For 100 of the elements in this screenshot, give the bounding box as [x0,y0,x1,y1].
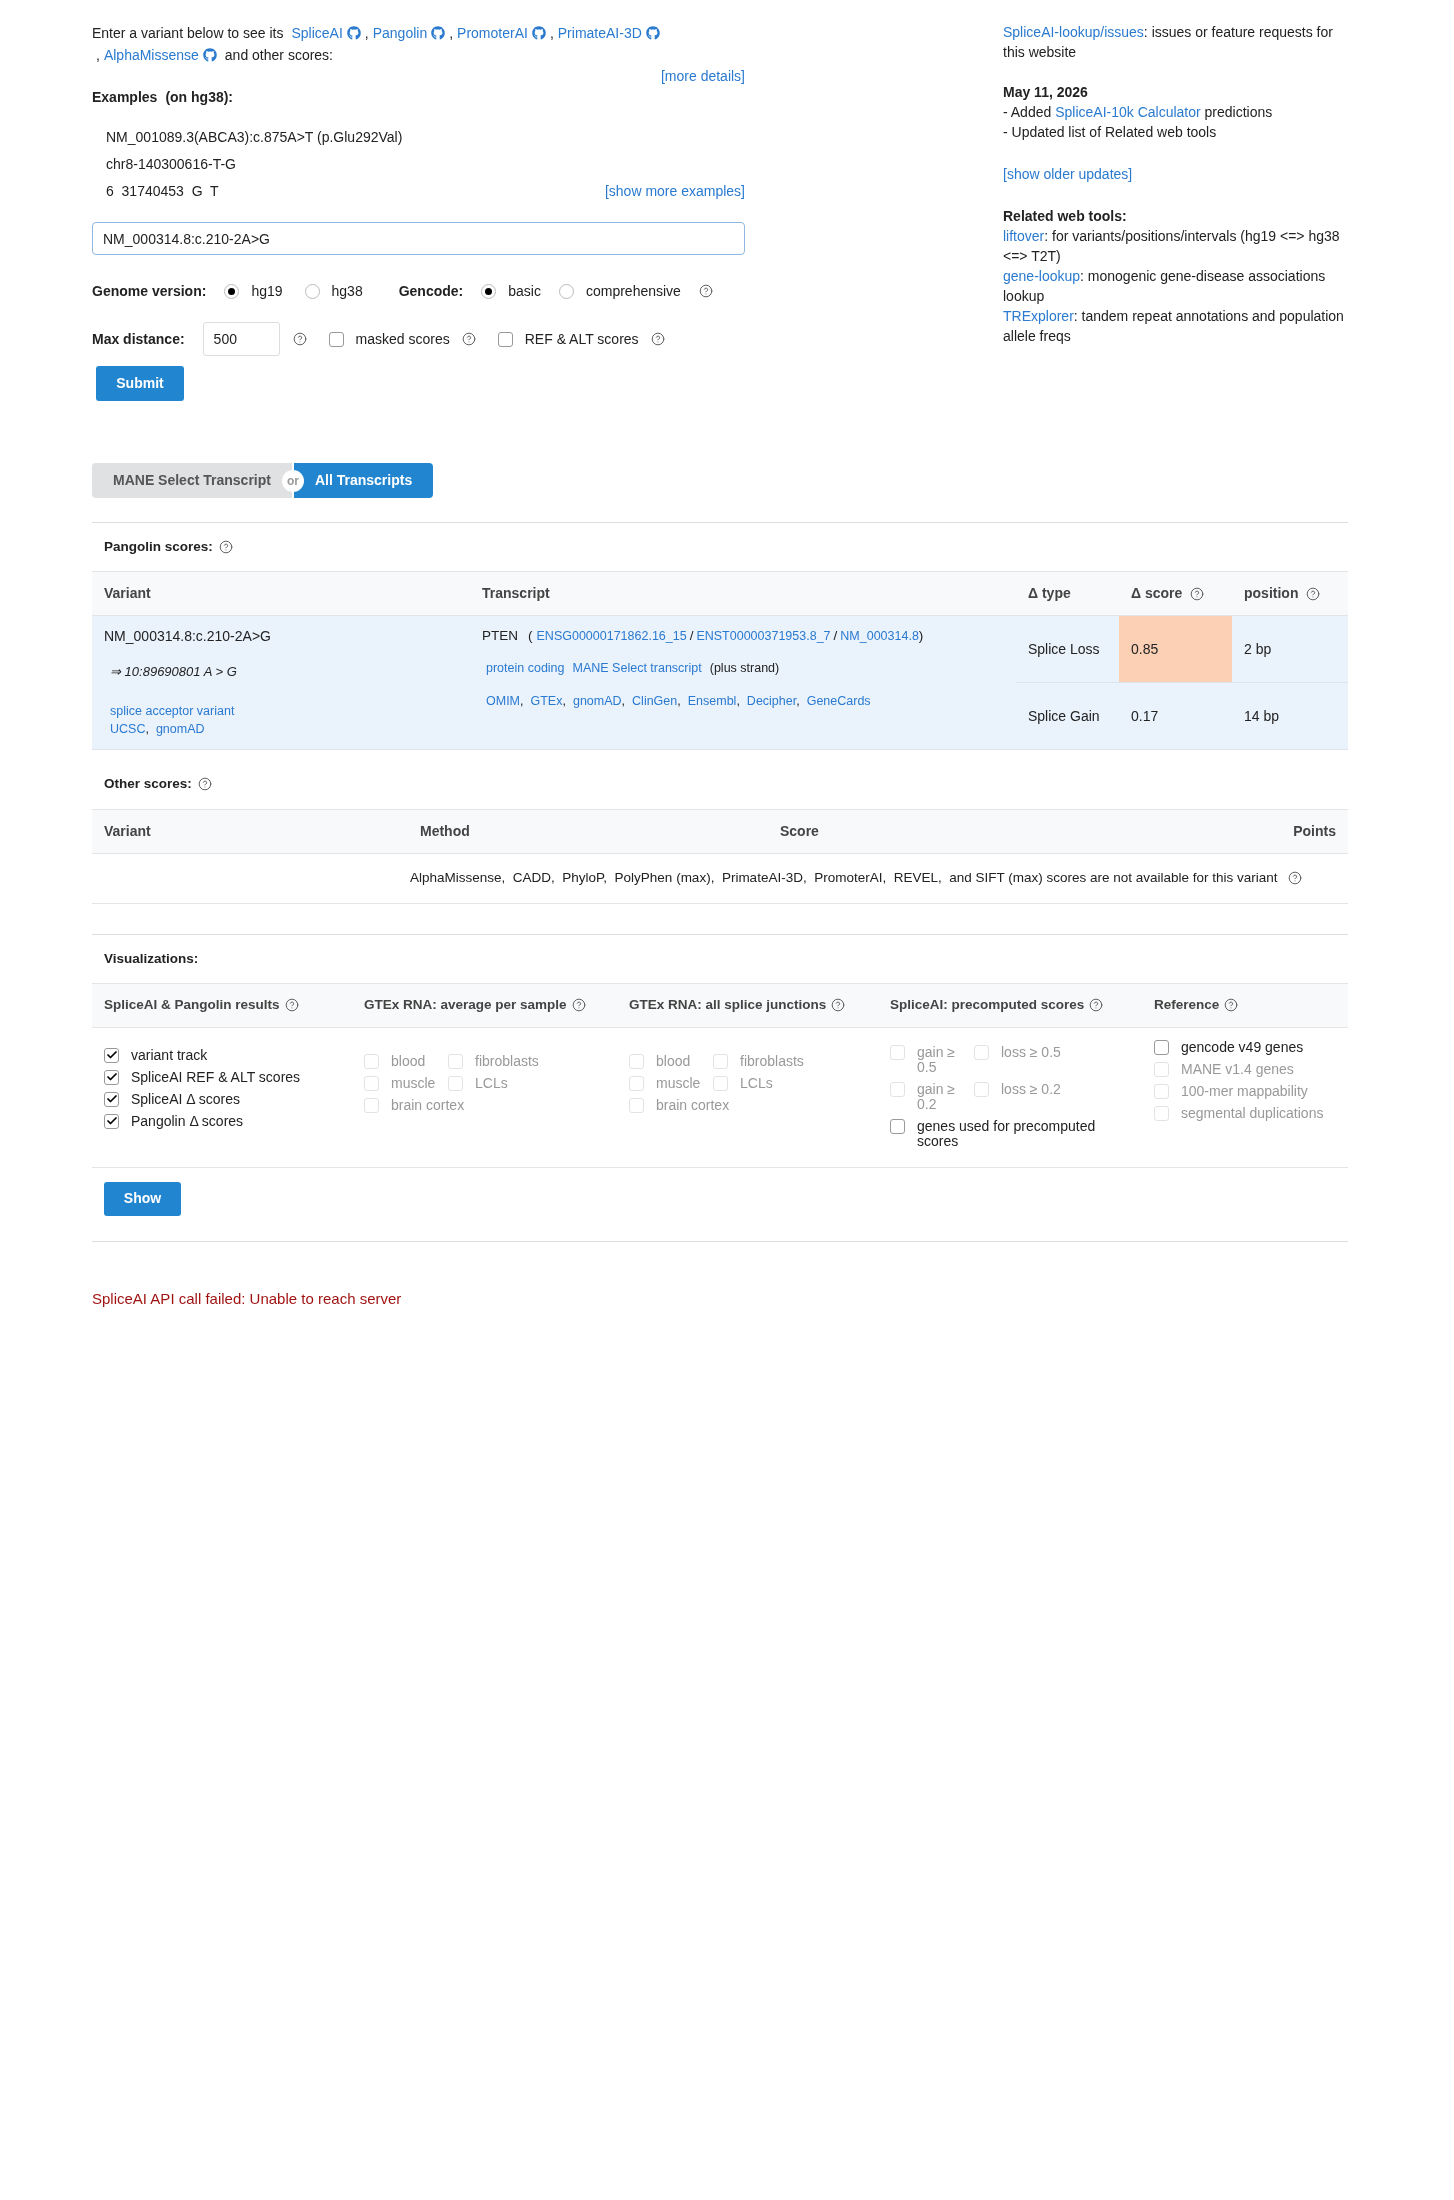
error-message: SpliceAI API call failed: Unable to reach server [92,1288,403,1309]
consequence-link[interactable]: splice acceptor variant [110,701,235,720]
radio-button[interactable] [224,283,240,299]
help-icon[interactable] [698,284,713,298]
example-variant[interactable]: 6 31740453 G T [106,180,219,202]
transcript-link[interactable]: NM_000314.8 [840,629,919,644]
help-icon[interactable] [1306,586,1321,601]
checkbox-label[interactable]: masked scores [355,328,450,350]
checkbox-label[interactable]: genes used for precomputed scores [917,1118,1097,1149]
separator: / [689,628,694,644]
checkbox[interactable] [497,331,513,347]
column-header: Transcript [482,584,550,604]
help-icon[interactable] [284,998,299,1013]
column-header: Score [780,821,819,841]
separator: , [736,694,740,709]
max-distance-label: Max distance: [92,329,185,349]
separator: , [677,694,681,709]
help-icon[interactable] [1190,586,1205,601]
radio-label[interactable]: hg38 [331,280,363,302]
variant-coordinates: ⇒ 10:89690801 A > G [110,663,238,682]
checkbox-label[interactable]: SpliceAI Δ scores [131,1091,240,1107]
github-icon[interactable] [645,26,660,40]
checkbox-label[interactable]: variant track [131,1047,208,1063]
link[interactable]: Decipher [746,694,797,709]
gencode-label: Gencode: [398,281,464,301]
link[interactable]: gnomAD [572,694,622,709]
tool-link[interactable]: PromoterAI [457,25,528,41]
example-variant[interactable]: chr8-140300616-T-G [106,153,236,175]
related-tool-text: TRExplorer: tandem repeat annotations and population allele freqs [1003,307,1345,346]
update-line: - Updated list of Related web tools [1003,123,1218,142]
transcript-link[interactable]: ENST00000371953.8_7 [696,629,831,644]
column-header: Variant [104,821,152,841]
show-button[interactable]: Show [104,1181,181,1216]
link[interactable]: GeneCards [806,694,871,709]
calculator-link[interactable]: SpliceAI-10k Calculator [1055,104,1201,120]
tool-link[interactable]: TRExplorer [1003,308,1074,324]
tool-link[interactable]: Pangolin [372,25,428,41]
checkbox[interactable] [104,1113,119,1129]
more-details-link[interactable]: [more details] [660,66,745,86]
radio-label[interactable]: comprehensive [585,280,681,302]
tool-link[interactable]: PrimateAI-3D [557,25,642,41]
separator: , [145,721,149,736]
related-tool-text: liftover: for variants/positions/intervals (hg19 <=> hg38 <=> T2T) [1003,227,1341,266]
link[interactable]: gnomAD [155,721,205,736]
section-title: Other scores: [104,775,192,794]
separator: , [364,25,369,41]
github-icon[interactable] [346,26,361,40]
transcript-link[interactable]: ENSG00000171862.16_15 [536,629,687,644]
checkbox[interactable] [104,1047,119,1063]
checkbox-label[interactable]: SpliceAI REF & ALT scores [131,1069,301,1085]
variant-input-field[interactable]: NM_000314.8:c.210-2A>G [92,222,745,255]
separator: , [796,694,800,709]
radio-button[interactable] [304,283,320,299]
column-header: Δ score [1131,584,1183,604]
strand-text: (plus strand) [709,659,780,677]
unavailable-scores-message: AlphaMissense, CADD, PhyloP, PolyPhen (max), PrimateAI-3D, PromoterAI, REVEL, and SIFT (max) scores are not available for this variant [410,868,1278,887]
update-date: May 11, 2026 [1003,83,1089,102]
separator: , [621,694,626,709]
radio-label[interactable]: hg19 [251,280,283,302]
help-icon[interactable] [1089,998,1104,1013]
radio-button[interactable] [481,283,497,299]
issues-text: SpliceAI-lookup/issues: issues or feature requests for this website [1003,23,1334,62]
checkbox-label[interactable]: gencode v49 genes [1181,1039,1304,1055]
checkbox-label[interactable]: Pangolin Δ scores [131,1113,244,1129]
link[interactable]: OMIM [486,694,521,709]
help-icon[interactable] [461,332,476,346]
tool-link[interactable]: SpliceAI [291,25,343,41]
transcript-tag-link[interactable]: MANE Select transcript [572,658,702,678]
tool-link[interactable]: AlphaMissense [103,47,199,63]
help-icon[interactable] [218,540,233,555]
checkbox-label[interactable]: REF & ALT scores [524,328,639,350]
checkbox[interactable] [328,331,344,347]
show-more-examples-link[interactable]: [show more examples] [604,180,745,202]
checkbox[interactable] [104,1091,119,1107]
github-icon[interactable] [531,26,546,40]
example-variant[interactable]: NM_001089.3(ABCA3):c.875A>T (p.Glu292Val) [106,126,403,148]
github-icon[interactable] [202,48,217,62]
help-icon[interactable] [1287,871,1302,885]
column-header: GTEx RNA: average per sample [364,996,567,1015]
help-icon[interactable] [1224,998,1239,1013]
checkbox[interactable] [104,1069,119,1085]
genome-version-label: Genome version: [92,281,207,301]
checkbox[interactable] [1154,1039,1169,1055]
help-icon[interactable] [831,998,846,1013]
column-header: position [1244,584,1299,604]
radio-label[interactable]: basic [508,280,541,302]
position-text: 2 bp [1244,640,1272,657]
bracket: ) [918,628,924,644]
submit-button[interactable]: Submit [96,366,184,401]
max-distance-field[interactable]: 500 [202,322,280,356]
transcript-tag-link[interactable]: protein coding [486,658,565,678]
help-icon[interactable] [197,777,212,792]
show-older-updates-link[interactable]: [show older updates] [1003,164,1133,184]
checkbox[interactable] [890,1118,905,1134]
radio-button[interactable] [558,283,574,299]
github-icon[interactable] [431,26,446,40]
issues-link[interactable]: SpliceAI-lookup/issues [1003,24,1144,40]
help-icon[interactable] [650,332,665,346]
help-icon[interactable] [292,332,307,346]
help-icon[interactable] [571,998,586,1013]
